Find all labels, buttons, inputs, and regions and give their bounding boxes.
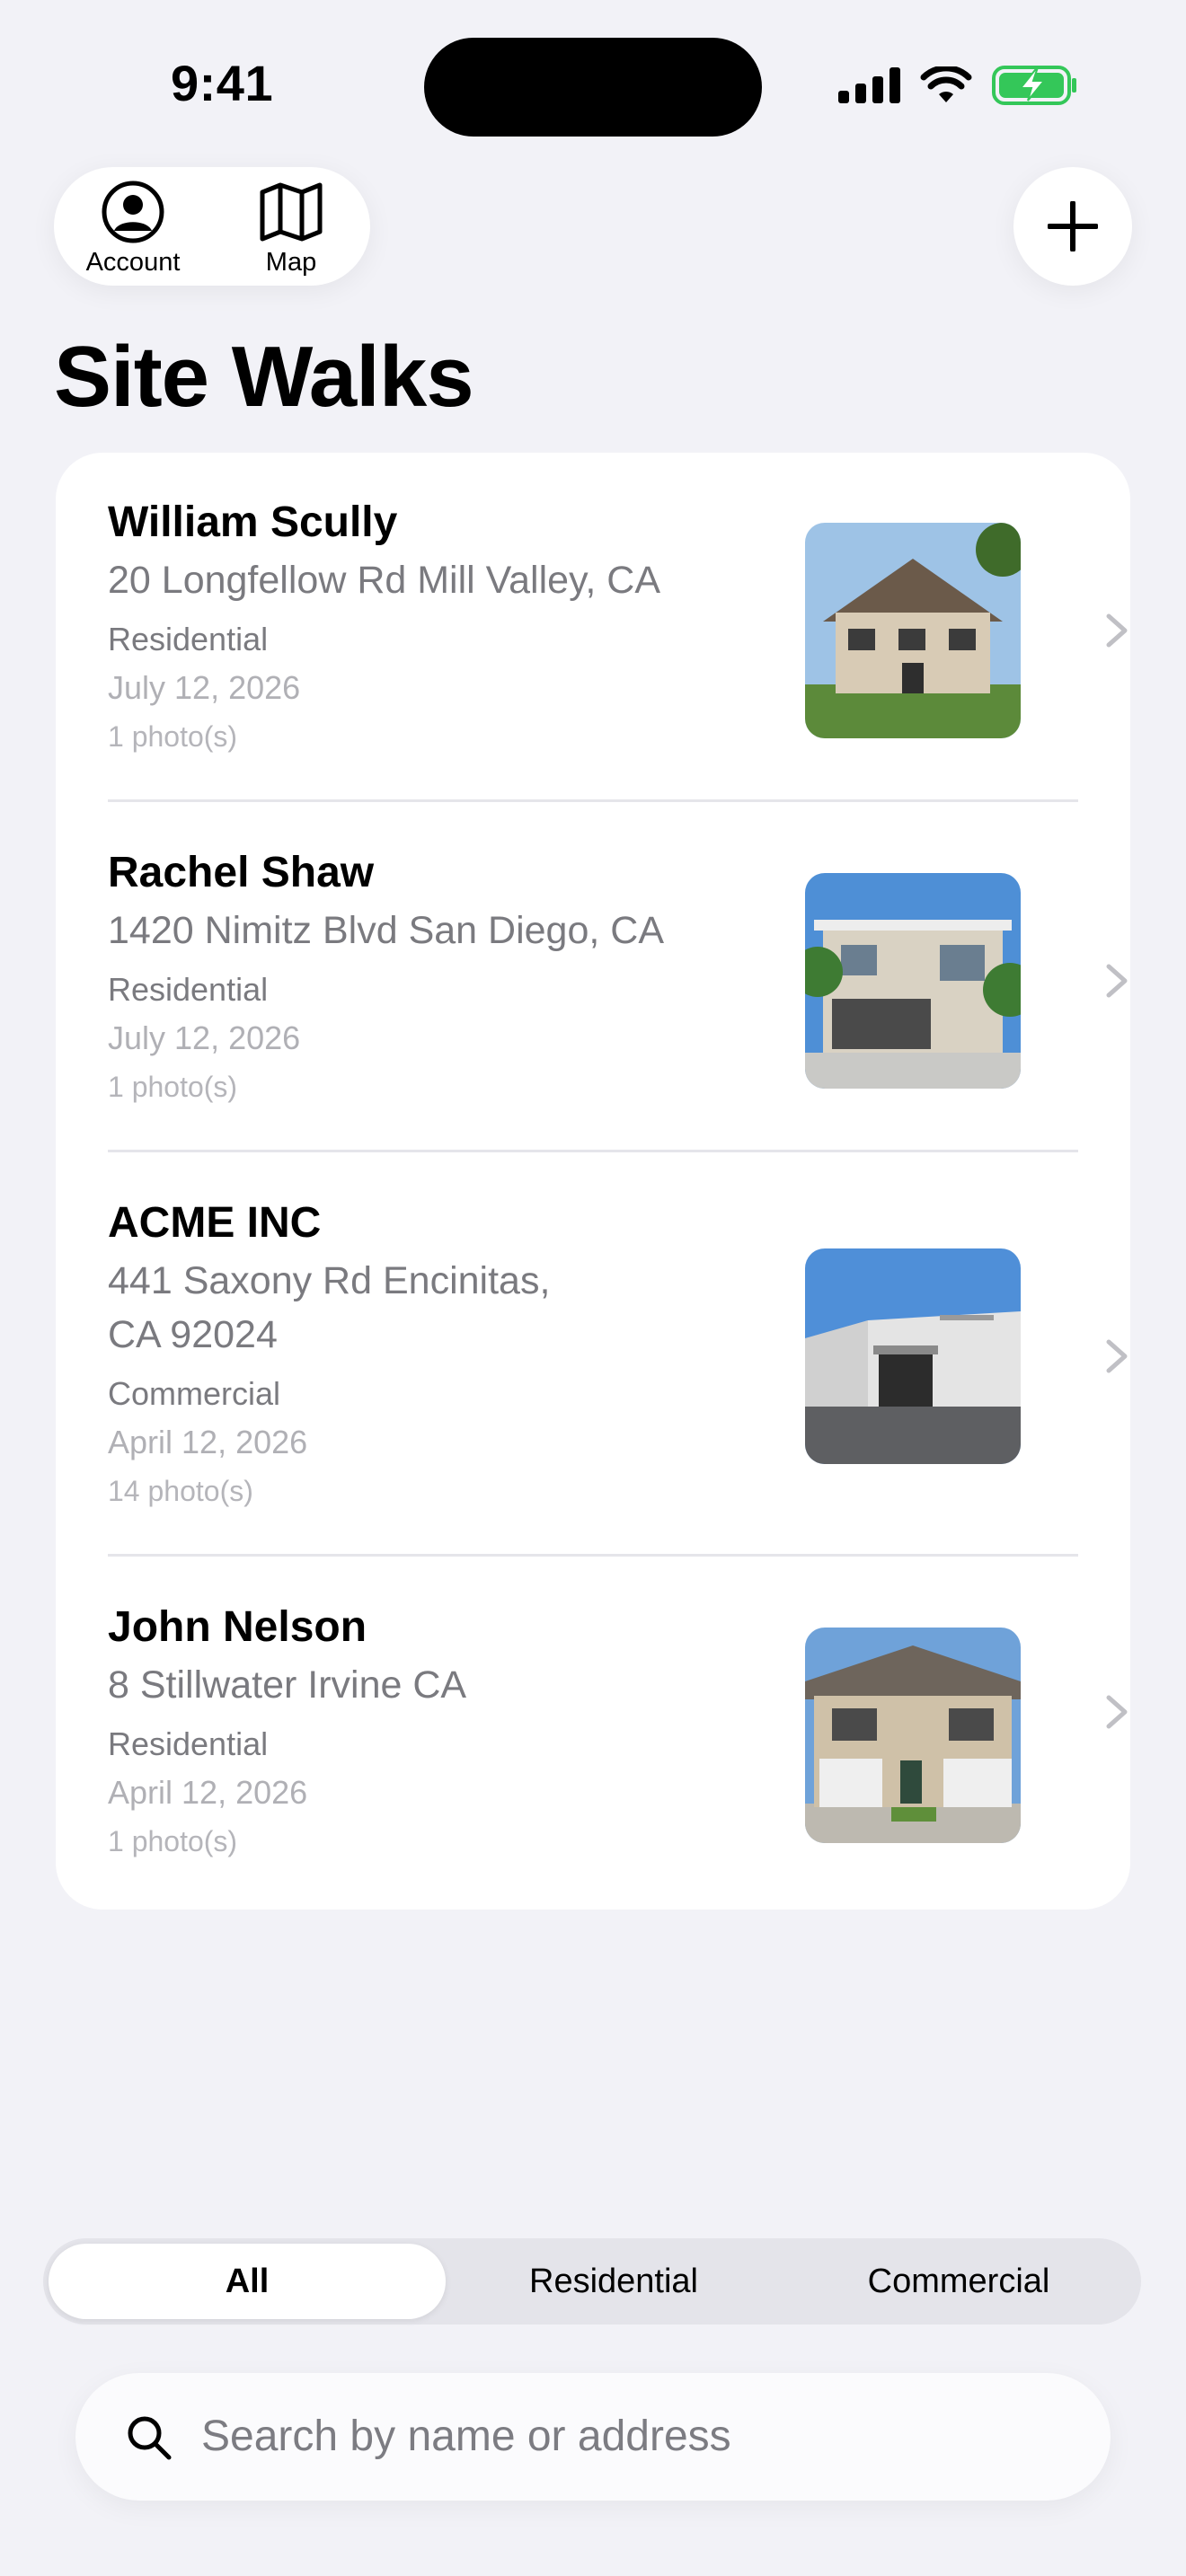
chevron-right-icon xyxy=(1106,964,1128,998)
site-walk-row[interactable]: John Nelson 8 Stillwater Irvine CA Resid… xyxy=(108,1602,1128,1890)
house-thumbnail xyxy=(805,1628,1021,1843)
row-divider xyxy=(108,1150,1078,1152)
add-site-walk-button[interactable] xyxy=(1013,167,1132,286)
site-walk-address: 1420 Nimitz Blvd San Diego, CA xyxy=(108,909,665,952)
type-filter-segmented-control: All Residential Commercial xyxy=(43,2238,1141,2325)
site-walk-type: Residential xyxy=(108,1725,269,1762)
site-walk-photo-count: 1 photo(s) xyxy=(108,1825,238,1857)
search-placeholder: Search by name or address xyxy=(201,2413,731,2460)
chevron-right-icon xyxy=(1106,1339,1128,1373)
site-walk-name: John Nelson xyxy=(108,1603,367,1651)
chevron-right-icon xyxy=(1106,1695,1128,1729)
segment-residential[interactable]: Residential xyxy=(449,2238,778,2325)
house-thumbnail xyxy=(805,523,1021,738)
site-walk-type: Residential xyxy=(108,971,269,1008)
site-walk-address: 20 Longfellow Rd Mill Valley, CA xyxy=(108,559,661,602)
plus-icon xyxy=(1048,201,1098,251)
site-walk-type: Residential xyxy=(108,621,269,657)
dynamic-island xyxy=(424,38,762,137)
battery-charging-icon xyxy=(992,66,1076,105)
account-button[interactable]: Account xyxy=(54,167,212,286)
site-walk-address: 441 Saxony Rd Encinitas, CA 92024 xyxy=(108,1259,551,1356)
row-divider xyxy=(108,799,1078,802)
house-thumbnail xyxy=(805,873,1021,1089)
cellular-signal-icon xyxy=(838,67,900,103)
site-walk-type: Commercial xyxy=(108,1375,281,1412)
page-title: Site Walks xyxy=(54,329,474,425)
row-divider xyxy=(108,1554,1078,1557)
account-label: Account xyxy=(85,248,181,277)
site-walk-name: ACME INC xyxy=(108,1199,322,1247)
wifi-icon xyxy=(920,66,972,102)
segment-commercial[interactable]: Commercial xyxy=(782,2238,1136,2325)
segment-all[interactable]: All xyxy=(49,2238,446,2325)
site-walk-date: April 12, 2026 xyxy=(108,1774,308,1811)
map-button[interactable]: Map xyxy=(212,167,370,286)
site-walk-row[interactable]: William Scully 20 Longfellow Rd Mill Val… xyxy=(108,498,1128,803)
site-walk-name: Rachel Shaw xyxy=(108,849,375,896)
site-walk-name: William Scully xyxy=(108,498,398,546)
search-field[interactable]: Search by name or address xyxy=(75,2373,1111,2501)
site-walk-date: July 12, 2026 xyxy=(108,1019,301,1056)
building-thumbnail xyxy=(805,1248,1021,1464)
map-label: Map xyxy=(265,248,317,277)
site-walk-photo-count: 14 photo(s) xyxy=(108,1475,253,1507)
site-walk-list: William Scully 20 Longfellow Rd Mill Val… xyxy=(56,453,1130,1910)
site-walk-date: July 12, 2026 xyxy=(108,669,301,706)
site-walk-row[interactable]: ACME INC 441 Saxony Rd Encinitas, CA 920… xyxy=(108,1198,1128,1557)
chevron-right-icon xyxy=(1106,613,1128,648)
site-walk-row[interactable]: Rachel Shaw 1420 Nimitz Blvd San Diego, … xyxy=(108,848,1128,1153)
search-icon xyxy=(128,2416,172,2460)
site-walk-photo-count: 1 photo(s) xyxy=(108,720,238,753)
status-icons xyxy=(838,65,1078,106)
site-walk-address: 8 Stillwater Irvine CA xyxy=(108,1663,467,1707)
site-walk-date: April 12, 2026 xyxy=(108,1424,308,1460)
map-icon xyxy=(260,182,323,242)
top-toolbar: Account Map xyxy=(54,167,370,286)
person-circle-icon xyxy=(102,181,164,243)
status-time: 9:41 xyxy=(171,55,274,111)
site-walk-photo-count: 1 photo(s) xyxy=(108,1071,238,1103)
